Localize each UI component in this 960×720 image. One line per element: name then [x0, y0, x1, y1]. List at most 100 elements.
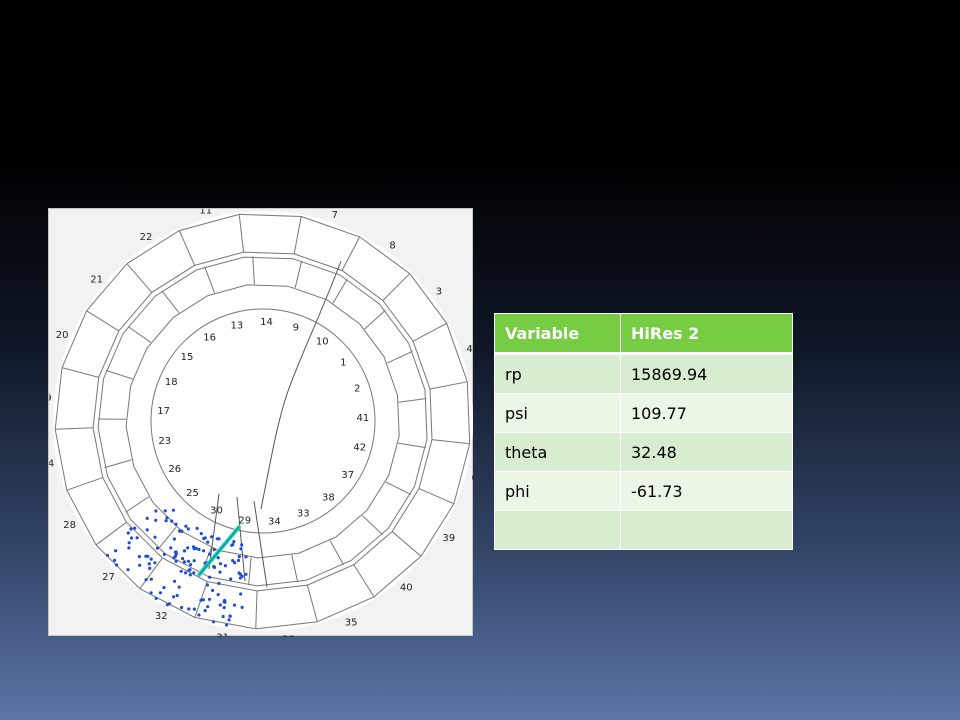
hit-point: [163, 509, 167, 513]
cell-variable: [494, 510, 621, 550]
hit-point: [206, 540, 210, 544]
hit-point: [218, 562, 223, 566]
hit-point: [216, 593, 220, 597]
hit-point: [179, 569, 183, 573]
hit-point: [173, 579, 177, 583]
inner-module-label: 38: [322, 493, 335, 504]
outer-module-label: 24: [49, 458, 54, 469]
hit-point: [181, 557, 185, 561]
hit-point: [149, 591, 153, 595]
hit-point: [192, 607, 196, 611]
cell-variable: psi: [494, 393, 621, 433]
hit-point: [164, 519, 168, 523]
detector-diagram: 1278345639403536313227282419202122111491…: [49, 209, 474, 637]
inner-module-label: 14: [260, 317, 273, 328]
hit-point: [171, 508, 175, 512]
hit-point: [186, 546, 190, 550]
hit-point: [239, 547, 243, 551]
hit-point: [192, 571, 196, 575]
hit-point: [170, 519, 174, 523]
hit-point: [129, 536, 134, 540]
outer-module-label: 3: [436, 287, 442, 298]
inner-module-label: 1: [340, 357, 346, 368]
variables-table: Variable HiRes 2 rp 15869.94 psi 109.77 …: [494, 313, 793, 550]
hit-point: [127, 546, 131, 550]
hit-point: [197, 547, 201, 552]
cell-value: -61.73: [620, 471, 793, 511]
header-variable: Variable: [494, 313, 621, 355]
outer-module-label: 36: [282, 635, 295, 637]
hit-point: [201, 549, 206, 553]
hit-point: [187, 607, 191, 611]
cell-variable: theta: [494, 432, 621, 472]
hit-point: [171, 595, 176, 599]
hit-point: [207, 597, 212, 601]
cell-value: [620, 510, 793, 550]
hit-point: [137, 555, 141, 559]
inner-module-label: 26: [168, 464, 181, 475]
inner-module-label: 15: [181, 352, 194, 363]
hit-point: [172, 537, 176, 541]
hit-point: [162, 552, 166, 556]
hit-point: [184, 571, 188, 575]
hit-point: [221, 614, 225, 619]
hit-point: [145, 528, 149, 532]
outer-module-label: 6: [472, 473, 474, 484]
inner-module-label: 2: [354, 384, 360, 395]
hit-point: [165, 603, 169, 607]
hit-point: [174, 522, 178, 526]
table-row: psi 109.77: [494, 393, 793, 433]
table-row: rp 15869.94: [494, 353, 793, 394]
hit-point: [138, 563, 142, 567]
detector-figure: 1278345639403536313227282419202122111491…: [48, 208, 474, 637]
hit-point: [129, 527, 133, 531]
hit-point: [203, 536, 207, 540]
outer-module-label: 35: [345, 618, 358, 629]
hit-point: [177, 585, 181, 589]
hit-point: [240, 574, 244, 578]
hit-point: [216, 556, 220, 560]
inner-module-label: 29: [238, 515, 251, 526]
table-row: [494, 510, 793, 550]
hit-point: [154, 596, 158, 600]
outer-module-label: 11: [199, 209, 212, 217]
hit-point: [178, 529, 182, 533]
hit-point: [201, 598, 205, 602]
table-row: phi -61.73: [494, 471, 793, 511]
hit-point: [227, 618, 231, 622]
hit-point: [174, 559, 178, 563]
inner-module-label: 10: [316, 336, 329, 347]
cell-value: 32.48: [620, 432, 793, 472]
cell-variable: rp: [494, 353, 621, 394]
hit-point: [144, 578, 148, 582]
outer-module-label: 7: [332, 210, 338, 221]
hit-point: [172, 556, 176, 560]
hit-point: [149, 557, 153, 561]
hit-point: [175, 593, 179, 598]
hit-point: [231, 559, 235, 563]
hit-point: [188, 568, 192, 572]
hit-point: [232, 540, 236, 544]
hit-point: [169, 546, 173, 550]
hit-point: [127, 541, 131, 545]
inner-module-label: 37: [341, 470, 354, 481]
hit-point: [153, 561, 157, 565]
hit-point: [113, 558, 117, 562]
hit-point: [239, 592, 243, 596]
outer-module-label: 32: [155, 611, 168, 622]
outer-module-label: 4: [466, 344, 472, 355]
hit-point: [189, 563, 193, 567]
hit-point: [192, 559, 196, 563]
inner-module-label: 17: [157, 406, 170, 417]
inner-module-label: 34: [268, 516, 281, 527]
hit-point: [195, 526, 199, 530]
outer-module-label: 28: [63, 520, 76, 531]
hit-point: [197, 613, 201, 617]
hit-point: [223, 598, 227, 603]
hit-point: [222, 606, 226, 610]
hit-point: [180, 605, 184, 610]
hit-point: [205, 583, 209, 587]
inner-module-label: 25: [186, 488, 199, 499]
hit-point: [154, 509, 158, 513]
cell-variable: phi: [494, 471, 621, 511]
